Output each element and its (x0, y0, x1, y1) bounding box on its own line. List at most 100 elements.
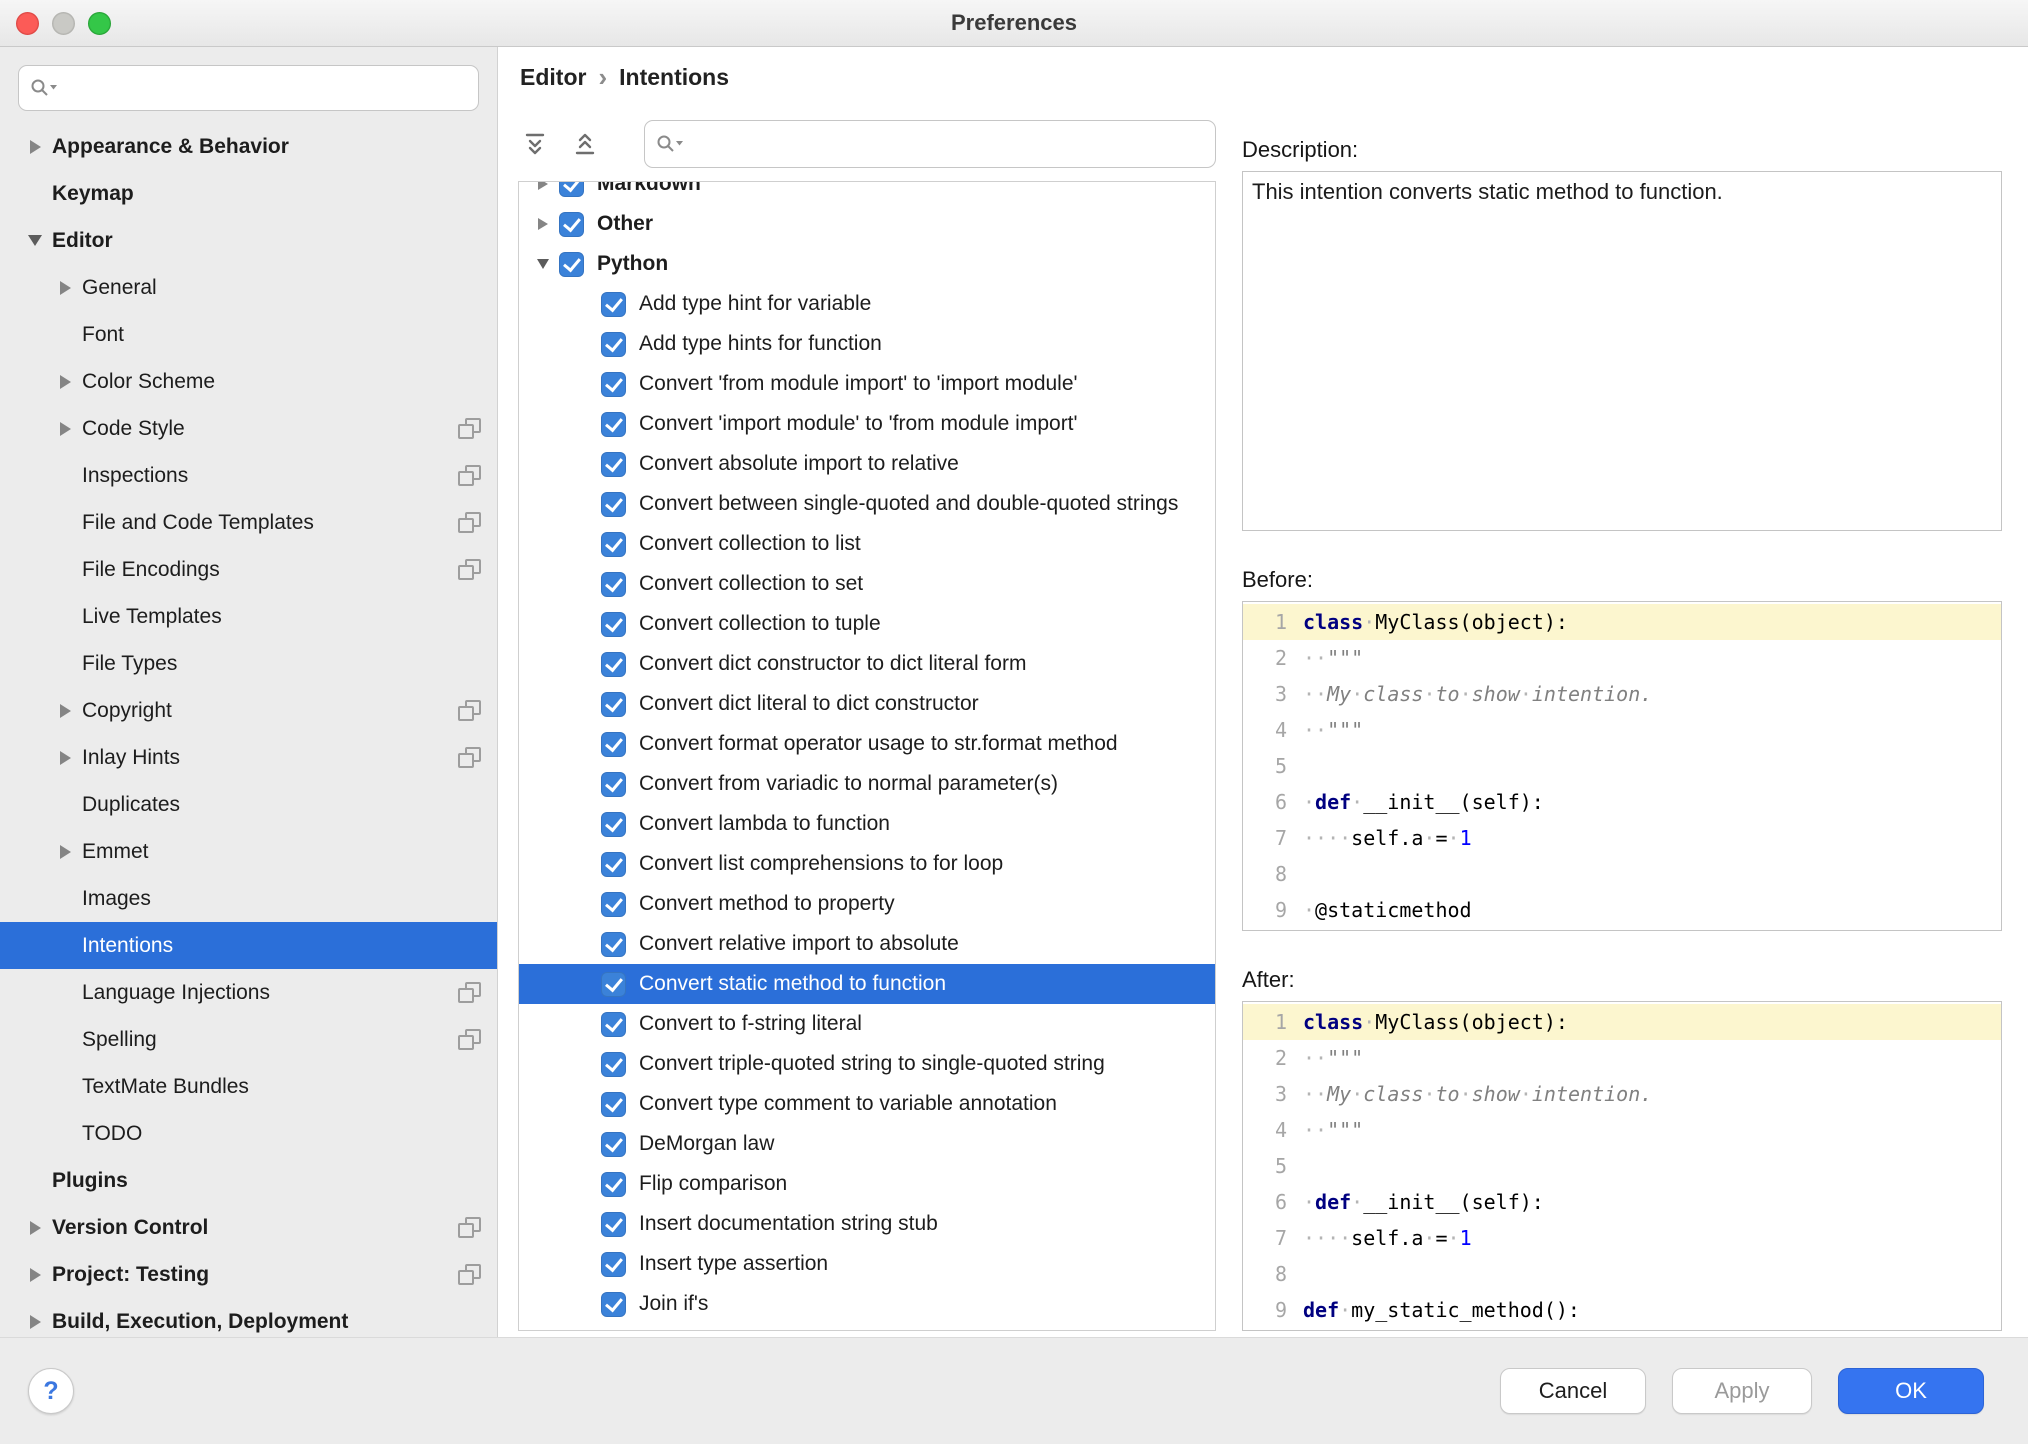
chevron-collapsed-icon[interactable] (18, 1251, 52, 1298)
intention-item-convert-format-operator-usage-to-str-format-method[interactable]: Convert format operator usage to str.for… (519, 724, 1215, 764)
intention-checkbox[interactable] (601, 651, 626, 677)
intention-checkbox[interactable] (601, 291, 626, 317)
sidebar-item-inspections[interactable]: Inspections (0, 452, 497, 499)
sidebar-item-file-and-code-templates[interactable]: File and Code Templates (0, 499, 497, 546)
intention-checkbox[interactable] (601, 1011, 626, 1037)
chevron-collapsed-icon[interactable] (527, 182, 559, 204)
sidebar-item-copyright[interactable]: Copyright (0, 687, 497, 734)
sidebar-item-keymap[interactable]: Keymap (0, 170, 497, 217)
intention-item-insert-documentation-string-stub[interactable]: Insert documentation string stub (519, 1204, 1215, 1244)
intention-item-convert-collection-to-list[interactable]: Convert collection to list (519, 524, 1215, 564)
intention-item-add-type-hints-for-function[interactable]: Add type hints for function (519, 324, 1215, 364)
intention-checkbox[interactable] (559, 211, 584, 237)
chevron-collapsed-icon[interactable] (18, 1298, 52, 1337)
intention-item-flip-comparison[interactable]: Flip comparison (519, 1164, 1215, 1204)
sidebar-item-images[interactable]: Images (0, 875, 497, 922)
sidebar-item-code-style[interactable]: Code Style (0, 405, 497, 452)
intention-checkbox[interactable] (601, 811, 626, 837)
intention-item-convert-lambda-to-function[interactable]: Convert lambda to function (519, 804, 1215, 844)
collapse-all-icon[interactable] (568, 127, 602, 161)
intention-item-convert-relative-import-to-absolute[interactable]: Convert relative import to absolute (519, 924, 1215, 964)
chevron-collapsed-icon[interactable] (48, 358, 82, 405)
chevron-collapsed-icon[interactable] (48, 828, 82, 875)
settings-search-box[interactable] (18, 65, 479, 111)
sidebar-item-spelling[interactable]: Spelling (0, 1016, 497, 1063)
intention-checkbox[interactable] (601, 1251, 626, 1277)
intention-item-convert-static-method-to-function[interactable]: Convert static method to function (519, 964, 1215, 1004)
intention-item-convert-method-to-property[interactable]: Convert method to property (519, 884, 1215, 924)
intention-item-convert-triple-quoted-string-to-single-quoted-string[interactable]: Convert triple-quoted string to single-q… (519, 1044, 1215, 1084)
intention-item-convert-dict-constructor-to-dict-literal-form[interactable]: Convert dict constructor to dict literal… (519, 644, 1215, 684)
sidebar-item-build-execution-deployment[interactable]: Build, Execution, Deployment (0, 1298, 497, 1337)
sidebar-item-project-testing[interactable]: Project: Testing (0, 1251, 497, 1298)
intention-checkbox[interactable] (601, 371, 626, 397)
intention-item-join-if-s[interactable]: Join if's (519, 1284, 1215, 1324)
intention-checkbox[interactable] (601, 891, 626, 917)
settings-search-input[interactable] (65, 75, 468, 101)
intention-group-other[interactable]: Other (519, 204, 1215, 244)
intention-checkbox[interactable] (601, 571, 626, 597)
intentions-search-input[interactable] (691, 131, 1205, 157)
intention-item-convert-dict-literal-to-dict-constructor[interactable]: Convert dict literal to dict constructor (519, 684, 1215, 724)
intention-group-markdown[interactable]: Markdown (519, 182, 1215, 204)
intention-item-convert-from-variadic-to-normal-parameter-s[interactable]: Convert from variadic to normal paramete… (519, 764, 1215, 804)
intention-checkbox[interactable] (601, 1211, 626, 1237)
sidebar-item-file-types[interactable]: File Types (0, 640, 497, 687)
sidebar-item-inlay-hints[interactable]: Inlay Hints (0, 734, 497, 781)
sidebar-item-live-templates[interactable]: Live Templates (0, 593, 497, 640)
sidebar-item-duplicates[interactable]: Duplicates (0, 781, 497, 828)
intention-item-convert-to-f-string-literal[interactable]: Convert to f-string literal (519, 1004, 1215, 1044)
intention-checkbox[interactable] (601, 451, 626, 477)
intention-item-convert-between-single-quoted-and-double-quoted-strings[interactable]: Convert between single-quoted and double… (519, 484, 1215, 524)
sidebar-item-version-control[interactable]: Version Control (0, 1204, 497, 1251)
intention-checkbox[interactable] (601, 1291, 626, 1317)
intention-item-convert-import-module-to-from-module-import[interactable]: Convert 'import module' to 'from module … (519, 404, 1215, 444)
close-window-button[interactable] (16, 11, 39, 35)
chevron-collapsed-icon[interactable] (48, 264, 82, 311)
intention-checkbox[interactable] (601, 1171, 626, 1197)
intention-checkbox[interactable] (601, 1051, 626, 1077)
intention-checkbox[interactable] (601, 931, 626, 957)
sidebar-item-plugins[interactable]: Plugins (0, 1157, 497, 1204)
sidebar-item-file-encodings[interactable]: File Encodings (0, 546, 497, 593)
sidebar-item-todo[interactable]: TODO (0, 1110, 497, 1157)
intention-item-add-type-hint-for-variable[interactable]: Add type hint for variable (519, 284, 1215, 324)
intention-checkbox[interactable] (601, 971, 626, 997)
sidebar-item-color-scheme[interactable]: Color Scheme (0, 358, 497, 405)
sidebar-item-language-injections[interactable]: Language Injections (0, 969, 497, 1016)
expand-all-icon[interactable] (518, 127, 552, 161)
chevron-collapsed-icon[interactable] (527, 204, 559, 244)
sidebar-item-intentions[interactable]: Intentions (0, 922, 497, 969)
intention-checkbox[interactable] (601, 771, 626, 797)
intentions-search-box[interactable] (644, 120, 1216, 168)
chevron-collapsed-icon[interactable] (18, 1204, 52, 1251)
chevron-expanded-icon[interactable] (18, 217, 52, 264)
intention-checkbox[interactable] (601, 331, 626, 357)
intention-checkbox[interactable] (601, 531, 626, 557)
breadcrumb-parent[interactable]: Editor (520, 64, 586, 91)
help-button[interactable]: ? (28, 1368, 74, 1414)
chevron-collapsed-icon[interactable] (48, 687, 82, 734)
intention-checkbox[interactable] (601, 731, 626, 757)
zoom-window-button[interactable] (88, 11, 111, 35)
intention-item-convert-collection-to-set[interactable]: Convert collection to set (519, 564, 1215, 604)
intention-checkbox[interactable] (601, 691, 626, 717)
cancel-button[interactable]: Cancel (1500, 1368, 1646, 1414)
intention-checkbox[interactable] (601, 611, 626, 637)
intention-group-python[interactable]: Python (519, 244, 1215, 284)
intention-checkbox[interactable] (559, 251, 584, 277)
intention-checkbox[interactable] (601, 411, 626, 437)
sidebar-item-textmate-bundles[interactable]: TextMate Bundles (0, 1063, 497, 1110)
ok-button[interactable]: OK (1838, 1368, 1984, 1414)
chevron-collapsed-icon[interactable] (48, 405, 82, 452)
sidebar-item-font[interactable]: Font (0, 311, 497, 358)
intention-item-convert-from-module-import-to-import-module[interactable]: Convert 'from module import' to 'import … (519, 364, 1215, 404)
apply-button[interactable]: Apply (1672, 1368, 1812, 1414)
sidebar-item-appearance-behavior[interactable]: Appearance & Behavior (0, 123, 497, 170)
intention-item-convert-list-comprehensions-to-for-loop[interactable]: Convert list comprehensions to for loop (519, 844, 1215, 884)
intention-item-demorgan-law[interactable]: DeMorgan law (519, 1124, 1215, 1164)
chevron-collapsed-icon[interactable] (48, 734, 82, 781)
sidebar-item-emmet[interactable]: Emmet (0, 828, 497, 875)
intention-checkbox[interactable] (601, 1091, 626, 1117)
intention-checkbox[interactable] (601, 491, 626, 517)
